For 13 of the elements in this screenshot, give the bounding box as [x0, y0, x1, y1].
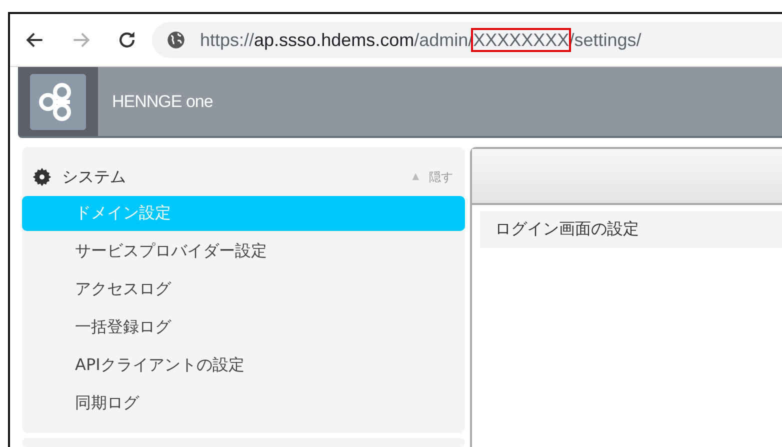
logo-icon	[30, 74, 86, 130]
brand-name: HENNGE one	[112, 92, 213, 112]
sidebar-item[interactable]: 一括登録ログ	[22, 310, 465, 345]
settings-row[interactable]: ログイン画面の設定	[480, 211, 782, 248]
url-text: https://ap.ssso.hdems.com/admin/XXXXXXXX/settings/	[200, 30, 642, 50]
settings-icon	[32, 167, 52, 187]
sidebar-item[interactable]: 同期ログ	[22, 386, 465, 421]
address-bar[interactable]: https://ap.ssso.hdems.com/admin/XXXXXXXX/settings/	[152, 22, 782, 58]
sidebar-item[interactable]: アクセスログ	[22, 272, 465, 307]
globe-icon	[166, 30, 186, 50]
sidebar-item[interactable]: APIクライアントの設定	[22, 348, 465, 383]
section-title: システム	[62, 166, 126, 188]
sidebar-item[interactable]: サービスプロバイダー設定	[22, 234, 465, 269]
